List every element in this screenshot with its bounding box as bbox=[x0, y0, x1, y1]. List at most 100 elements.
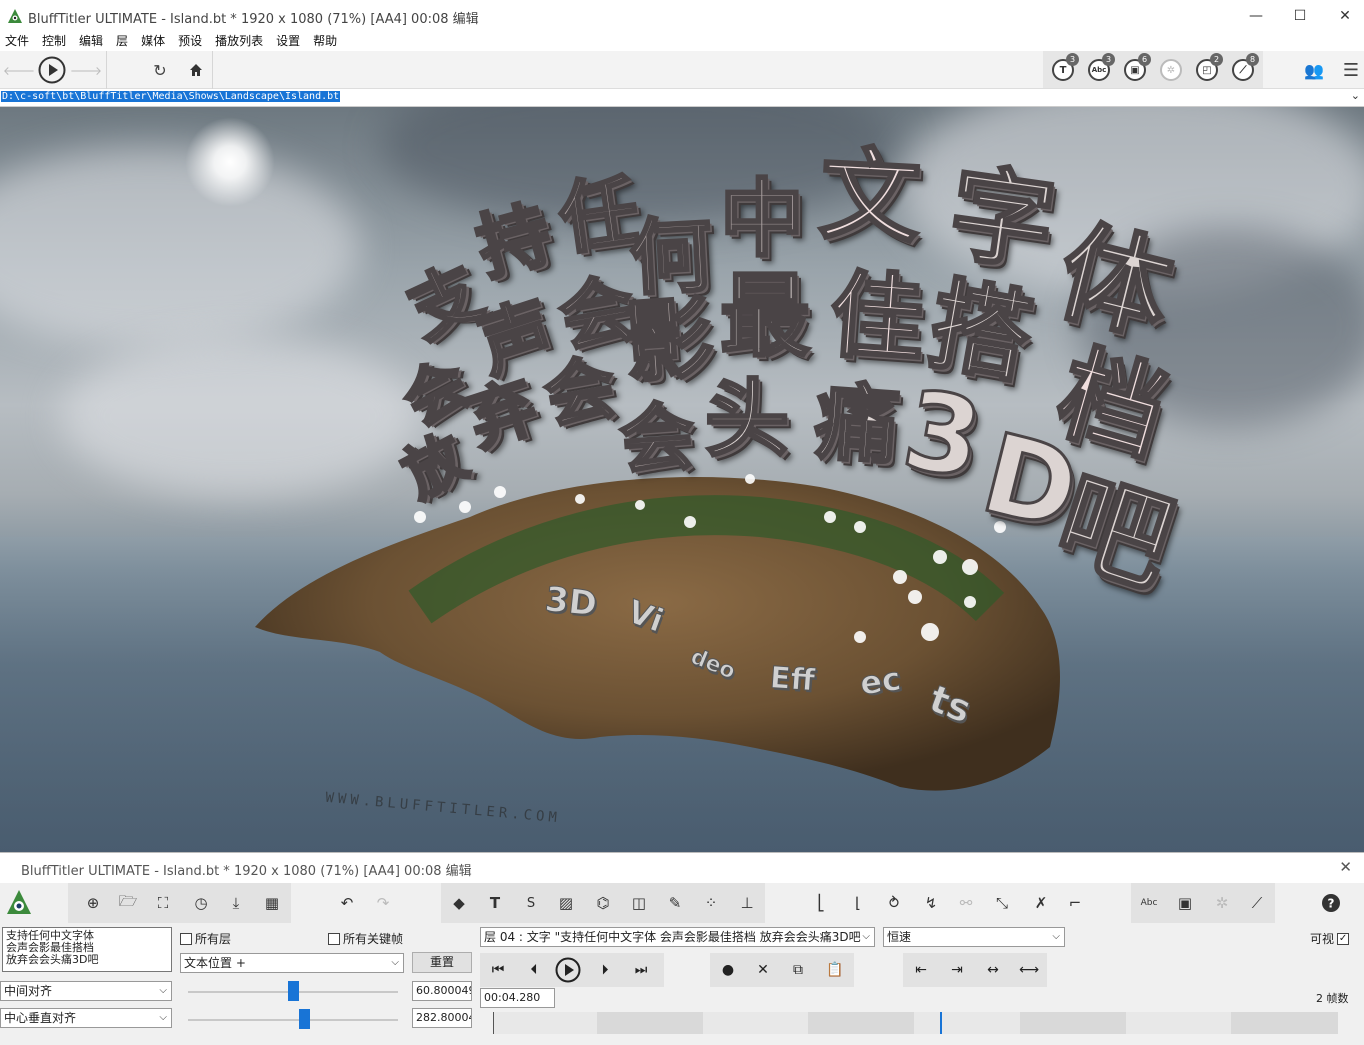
timeline[interactable] bbox=[493, 1012, 1338, 1034]
menu-file[interactable]: 文件 bbox=[5, 32, 29, 51]
add-layer-icon[interactable]: ⊕ bbox=[80, 890, 106, 916]
menu-settings[interactable]: 设置 bbox=[276, 32, 300, 51]
file-path[interactable]: D:\c-soft\bt\BluffTitler\Media\Shows\Lan… bbox=[1, 91, 341, 102]
film-strip-icon[interactable]: ▦ bbox=[259, 890, 285, 916]
open-folder-icon[interactable]: 🗁 bbox=[115, 890, 141, 916]
text-layer-button[interactable]: T 3 bbox=[1045, 53, 1081, 85]
picture-layer-button[interactable]: ▣ 6 bbox=[1117, 53, 1153, 85]
particle-layer-button[interactable]: ✲ bbox=[1153, 55, 1189, 85]
reset-button[interactable]: 重置 bbox=[412, 952, 472, 973]
wand-icon[interactable]: ⟋ bbox=[1244, 890, 1270, 916]
3d-shape-icon[interactable]: ◆ bbox=[446, 890, 472, 916]
checkbox-box[interactable] bbox=[328, 932, 340, 945]
skip-to-end-icon[interactable]: ⏭ bbox=[628, 957, 654, 983]
copy-icon[interactable]: ⧉ bbox=[785, 957, 811, 983]
import-icon[interactable]: ⤓ bbox=[223, 890, 249, 916]
keyframe-last-icon[interactable]: ⇥ bbox=[944, 957, 970, 983]
timeline-segment bbox=[808, 1012, 914, 1034]
menu-control[interactable]: 控制 bbox=[42, 32, 66, 51]
menu-presets[interactable]: 预设 bbox=[178, 32, 202, 51]
y-value-input[interactable]: 282.80004 bbox=[412, 1008, 472, 1028]
image-tool-icon[interactable]: ▨ bbox=[553, 890, 579, 916]
image-expand-icon[interactable]: ▣ bbox=[1172, 890, 1198, 916]
delete-key-icon[interactable]: ✗ bbox=[1028, 890, 1054, 916]
chevron-down-icon[interactable]: ⌄ bbox=[1351, 89, 1360, 102]
next-frame-icon[interactable]: ⏵ bbox=[592, 957, 618, 983]
refresh-icon[interactable]: ↻ bbox=[145, 55, 175, 85]
slider-thumb[interactable] bbox=[299, 1009, 310, 1029]
all-layers-checkbox[interactable]: 所有层 bbox=[180, 930, 231, 947]
keyframe-center-icon[interactable]: ⟷ bbox=[1016, 957, 1042, 983]
chevron-down-icon: ⌵ bbox=[159, 985, 167, 996]
menu-media[interactable]: 媒体 bbox=[141, 32, 165, 51]
shrink-icon[interactable]: ⤡ bbox=[989, 890, 1015, 916]
particles-expand-icon[interactable]: ✲ bbox=[1209, 890, 1235, 916]
users-icon[interactable]: 👥 bbox=[1299, 55, 1329, 85]
path-nodes-icon[interactable]: ⌬ bbox=[590, 890, 616, 916]
menu-help[interactable]: 帮助 bbox=[313, 32, 337, 51]
menu-layer[interactable]: 层 bbox=[116, 32, 128, 51]
help-icon[interactable]: ? bbox=[1318, 890, 1344, 916]
playhead[interactable] bbox=[940, 1012, 942, 1034]
all-keyframes-checkbox[interactable]: 所有关键帧 bbox=[328, 930, 403, 947]
delete-keyframe-icon[interactable]: ✕ bbox=[750, 957, 776, 983]
subtitle-tool-icon[interactable]: S bbox=[518, 890, 544, 916]
align-tool-1-icon[interactable]: ⎣ bbox=[808, 890, 834, 916]
abc-expand-icon[interactable]: Abc bbox=[1136, 890, 1162, 916]
shape-layer-button[interactable]: ◰ 2 bbox=[1189, 53, 1225, 85]
checkbox-box[interactable]: ✓ bbox=[1337, 932, 1350, 945]
align-tool-2-icon[interactable]: ⌊ bbox=[845, 890, 871, 916]
undo-icon[interactable]: ↶ bbox=[334, 890, 360, 916]
home-icon[interactable] bbox=[181, 55, 211, 85]
link-tool-icon[interactable]: ⥁ bbox=[881, 890, 907, 916]
close-icon[interactable]: ✕ bbox=[1339, 858, 1352, 876]
play-button-icon[interactable] bbox=[555, 957, 581, 983]
layer-select[interactable]: 层 04 : 文字 "支持任何中文字体 会声会影最佳搭档 放弃会会头痛3D吧 ⌵ bbox=[480, 927, 875, 947]
forward-arrow-icon[interactable]: 🡒 bbox=[70, 55, 102, 85]
lightning-icon[interactable]: ↯ bbox=[918, 890, 944, 916]
paste-icon[interactable]: 📋 bbox=[822, 957, 848, 983]
minimize-button[interactable]: — bbox=[1233, 0, 1279, 32]
cube-icon[interactable]: ◫ bbox=[626, 890, 652, 916]
crop-frame-icon[interactable]: ⛶ bbox=[150, 890, 176, 916]
visible-checkbox[interactable]: 可视 ✓ bbox=[1310, 930, 1352, 947]
vertical-align-select[interactable]: 中心垂直对齐 ⌵ bbox=[0, 1008, 172, 1028]
back-arrow-icon[interactable]: 🡐 bbox=[3, 55, 35, 85]
clock-icon[interactable]: ◷ bbox=[188, 890, 214, 916]
menu-playlist[interactable]: 播放列表 bbox=[215, 32, 263, 51]
menu-edit[interactable]: 编辑 bbox=[79, 32, 103, 51]
chart-icon[interactable]: ⊥ bbox=[734, 890, 760, 916]
title-char: 会 bbox=[616, 392, 699, 486]
play-button[interactable] bbox=[37, 55, 67, 85]
particles-icon[interactable]: ⁘ bbox=[698, 890, 724, 916]
hamburger-menu-icon[interactable]: ☰ bbox=[1336, 55, 1364, 85]
property-select[interactable]: 文本位置 + ⌵ bbox=[180, 953, 404, 973]
skip-to-start-icon[interactable]: ⏮ bbox=[485, 957, 511, 983]
maximize-button[interactable]: ☐ bbox=[1277, 0, 1323, 32]
text-content-box[interactable]: 支持任何中文字体 会声会影最佳搭档 放弃会会头痛3D吧 bbox=[2, 927, 172, 972]
effect-layer-button[interactable]: ⟋ 8 bbox=[1225, 53, 1261, 85]
slider-thumb[interactable] bbox=[288, 981, 299, 1001]
keyframe-first-icon[interactable]: ⇤ bbox=[908, 957, 934, 983]
y-slider[interactable] bbox=[188, 1009, 398, 1029]
horizontal-align-select[interactable]: 中间对齐 ⌵ bbox=[0, 981, 172, 1001]
layer-count-badge: 6 bbox=[1138, 53, 1151, 66]
eraser-icon[interactable]: ✎ bbox=[662, 890, 688, 916]
editor-title-bar: BluffTitler ULTIMATE - Island.bt * 1920 … bbox=[0, 853, 1364, 883]
speed-select[interactable]: 恒速 ⌵ bbox=[883, 927, 1065, 947]
checkbox-box[interactable] bbox=[180, 932, 192, 945]
redo-icon[interactable]: ↷ bbox=[370, 890, 396, 916]
path-bar[interactable]: D:\c-soft\bt\BluffTitler\Media\Shows\Lan… bbox=[0, 89, 1364, 107]
close-button[interactable]: ✕ bbox=[1322, 0, 1364, 32]
preview-viewport[interactable]: 支 持 任 何 中 文 字 体 会 声 会 影 最 佳 搭 档 放 弃 会 会 … bbox=[0, 107, 1364, 852]
x-value-input[interactable]: 60.800049 bbox=[412, 981, 472, 1001]
abc-layer-button[interactable]: Abc 3 bbox=[1081, 53, 1117, 85]
previous-frame-icon[interactable]: ⏴ bbox=[521, 957, 547, 983]
chain-icon[interactable]: ⚯ bbox=[953, 890, 979, 916]
x-slider[interactable] bbox=[188, 981, 398, 1001]
time-input[interactable]: 00:04.280 bbox=[480, 988, 555, 1008]
text-tool-icon[interactable]: T bbox=[482, 890, 508, 916]
record-keyframe-icon[interactable]: ● bbox=[715, 957, 741, 983]
corner-icon[interactable]: ⌐ bbox=[1062, 890, 1088, 916]
keyframe-span-icon[interactable]: ↔ bbox=[980, 957, 1006, 983]
